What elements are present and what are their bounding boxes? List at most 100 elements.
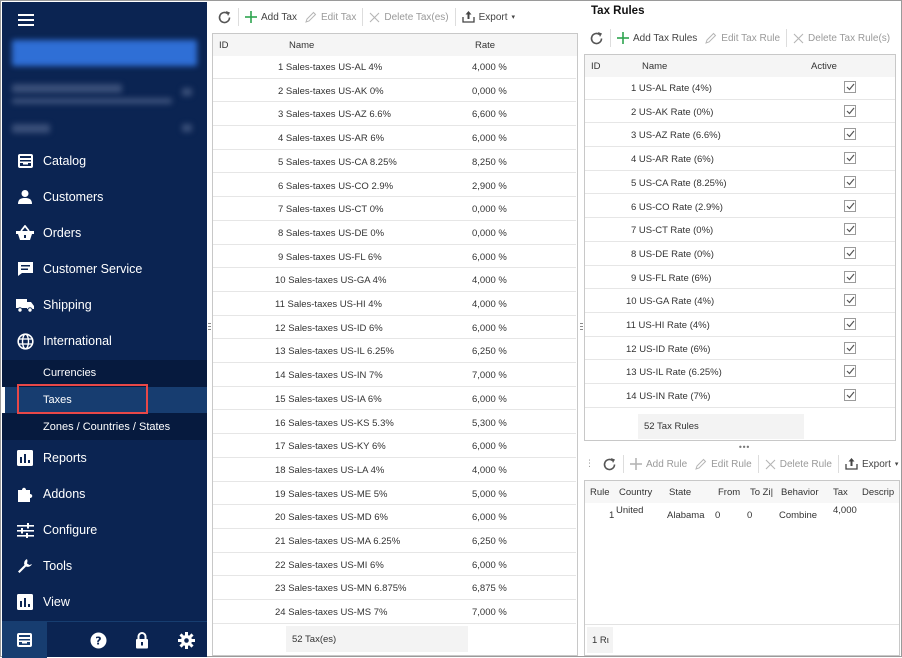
table-row[interactable]: 20 Sales-taxes US-MD 6% 6,000 % xyxy=(213,505,576,529)
table-row[interactable]: 9 Sales-taxes US-FL 6% 6,000 % xyxy=(213,245,576,269)
nav-international[interactable]: International xyxy=(2,323,207,359)
table-row[interactable]: 16 Sales-taxes US-KS 5.3% 5,300 % xyxy=(213,411,576,435)
table-row[interactable]: 3 Sales-taxes US-AZ 6.6% 6,600 % xyxy=(213,102,576,127)
blurred-chevron[interactable] xyxy=(182,124,192,132)
drag-handle-icon[interactable]: ⋮ xyxy=(585,459,594,469)
nav-customers[interactable]: Customers xyxy=(2,179,207,215)
splitter-handle[interactable]: ••• xyxy=(738,443,750,452)
column-header-tax[interactable]: Tax xyxy=(833,487,848,498)
column-header-id[interactable]: ID xyxy=(219,40,229,51)
active-checkbox[interactable] xyxy=(844,223,856,236)
nav-configure[interactable]: Configure xyxy=(2,512,207,548)
table-row[interactable]: 4 Sales-taxes US-AR 6% 6,000 % xyxy=(213,126,576,150)
add-tax-button[interactable]: Add Tax xyxy=(241,11,301,23)
table-row[interactable]: 5 US-CA Rate (8.25%) xyxy=(585,171,895,195)
active-checkbox[interactable] xyxy=(844,246,856,259)
active-checkbox[interactable] xyxy=(844,199,856,212)
active-checkbox[interactable] xyxy=(844,270,856,283)
table-row[interactable]: 11 US-HI Rate (4%) xyxy=(585,313,895,337)
active-checkbox[interactable] xyxy=(844,128,856,141)
table-row[interactable]: 1 US-AL Rate (4%) xyxy=(585,76,895,100)
nav-tools[interactable]: Tools xyxy=(2,548,207,584)
export-rules-button[interactable]: Export ▾ xyxy=(841,458,902,470)
submenu-currencies[interactable]: Currencies xyxy=(2,360,207,386)
table-row[interactable]: 8 US-DE Rate (0%) xyxy=(585,242,895,266)
table-row[interactable]: 2 US-AK Rate (0%) xyxy=(585,100,895,124)
table-row[interactable]: 10 Sales-taxes US-GA 4% 4,000 % xyxy=(213,268,576,292)
delete-tax-rule-button[interactable]: Delete Tax Rule(s) xyxy=(789,33,894,44)
column-header-rate[interactable]: Rate xyxy=(475,40,495,51)
active-checkbox[interactable] xyxy=(844,389,856,402)
column-header-state[interactable]: State xyxy=(669,487,691,498)
delete-tax-button[interactable]: Delete Tax(es) xyxy=(365,12,452,23)
table-row[interactable]: 13 US-IL Rate (6.25%) xyxy=(585,360,895,385)
table-row[interactable]: 12 Sales-taxes US-ID 6% 6,000 % xyxy=(213,316,576,340)
table-row[interactable]: 6 Sales-taxes US-CO 2.9% 2,900 % xyxy=(213,174,576,198)
table-row[interactable]: 2 Sales-taxes US-AK 0% 0,000 % xyxy=(213,79,576,103)
nav-shipping[interactable]: Shipping xyxy=(2,287,207,323)
nav-reports[interactable]: Reports xyxy=(2,440,207,476)
table-row[interactable]: 18 Sales-taxes US-LA 4% 4,000 % xyxy=(213,458,576,482)
table-row[interactable]: 22 Sales-taxes US-MI 6% 6,000 % xyxy=(213,553,576,577)
active-checkbox[interactable] xyxy=(844,152,856,165)
help-button[interactable]: ? xyxy=(86,622,110,658)
table-row[interactable]: 13 Sales-taxes US-IL 6.25% 6,250 % xyxy=(213,339,576,364)
active-checkbox[interactable] xyxy=(844,341,856,354)
export-taxes-button[interactable]: Export ▾ xyxy=(458,11,519,23)
table-row[interactable]: 9 US-FL Rate (6%) xyxy=(585,266,895,290)
table-row[interactable]: 3 US-AZ Rate (6.6%) xyxy=(585,123,895,148)
splitter-handle[interactable] xyxy=(208,323,211,333)
table-row[interactable]: 7 Sales-taxes US-CT 0% 0,000 % xyxy=(213,197,576,221)
hamburger-icon[interactable] xyxy=(18,14,34,26)
edit-rule-button[interactable]: Edit Rule xyxy=(691,458,756,470)
table-row[interactable]: 1 Sales-taxes US-AL 4% 4,000 % xyxy=(213,55,576,79)
table-row[interactable]: 6 US-CO Rate (2.9%) xyxy=(585,195,895,219)
active-checkbox[interactable] xyxy=(844,294,856,307)
refresh-tax-rules-button[interactable] xyxy=(585,31,608,46)
delete-rule-button[interactable]: Delete Rule xyxy=(761,459,836,470)
table-row[interactable]: 7 US-CT Rate (0%) xyxy=(585,218,895,242)
splitter-handle[interactable] xyxy=(580,323,583,333)
column-header-active[interactable]: Active xyxy=(811,61,837,72)
nav-catalog[interactable]: Catalog xyxy=(2,143,207,179)
table-row[interactable]: 24 Sales-taxes US-MS 7% 7,000 % xyxy=(213,600,576,624)
table-row[interactable]: 8 Sales-taxes US-DE 0% 0,000 % xyxy=(213,221,576,245)
refresh-rules-button[interactable] xyxy=(598,457,621,472)
nav-orders[interactable]: Orders xyxy=(2,215,207,251)
column-header-country[interactable]: Country xyxy=(619,487,652,498)
table-row[interactable]: 21 Sales-taxes US-MA 6.25% 6,250 % xyxy=(213,529,576,553)
column-header-rule[interactable]: Rule xyxy=(590,487,610,498)
blurred-store-button[interactable] xyxy=(12,40,197,66)
edit-tax-button[interactable]: Edit Tax xyxy=(301,11,360,23)
nav-view[interactable]: View xyxy=(2,584,207,620)
table-row[interactable]: 14 US-IN Rate (7%) xyxy=(585,384,895,408)
active-checkbox[interactable] xyxy=(844,81,856,93)
table-row[interactable]: 19 Sales-taxes US-ME 5% 5,000 % xyxy=(213,482,576,506)
add-tax-rules-button[interactable]: Add Tax Rules xyxy=(613,32,701,44)
refresh-taxes-button[interactable] xyxy=(213,10,236,25)
nav-customer-service[interactable]: Customer Service xyxy=(2,251,207,287)
table-row[interactable]: 17 Sales-taxes US-KY 6% 6,000 % xyxy=(213,434,576,458)
active-checkbox[interactable] xyxy=(844,318,856,330)
column-header-id[interactable]: ID xyxy=(591,61,601,72)
table-row[interactable]: 11 Sales-taxes US-HI 4% 4,000 % xyxy=(213,292,576,316)
table-row[interactable]: 5 Sales-taxes US-CA 8.25% 8,250 % xyxy=(213,150,576,174)
column-header-description[interactable]: Descrip xyxy=(862,487,894,498)
column-header-name[interactable]: Name xyxy=(289,40,314,51)
table-row[interactable]: 4 US-AR Rate (6%) xyxy=(585,147,895,171)
nav-addons[interactable]: Addons xyxy=(2,476,207,512)
table-row[interactable]: 14 Sales-taxes US-IN 7% 7,000 % xyxy=(213,363,576,387)
table-row[interactable]: 1 United Alabama 0 0 Combine 4,000 xyxy=(585,503,899,527)
table-row[interactable]: 10 US-GA Rate (4%) xyxy=(585,289,895,313)
settings-button[interactable] xyxy=(174,622,198,658)
table-row[interactable]: 15 Sales-taxes US-IA 6% 6,000 % xyxy=(213,387,576,411)
column-header-name[interactable]: Name xyxy=(642,61,667,72)
table-row[interactable]: 23 Sales-taxes US-MN 6.875% 6,875 % xyxy=(213,576,576,601)
add-rule-button[interactable]: Add Rule xyxy=(626,458,691,470)
active-checkbox[interactable] xyxy=(844,104,856,117)
catalog-home-button[interactable] xyxy=(2,622,47,658)
lock-button[interactable] xyxy=(130,622,154,658)
blurred-chevron[interactable] xyxy=(182,88,192,96)
active-checkbox[interactable] xyxy=(844,175,856,188)
active-checkbox[interactable] xyxy=(844,365,856,378)
